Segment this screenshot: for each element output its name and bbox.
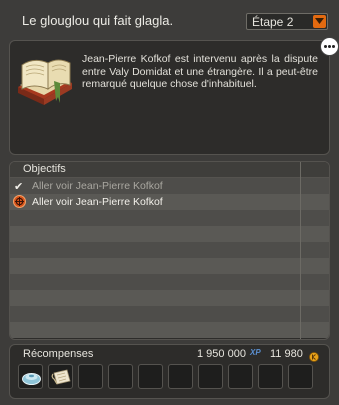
objectives-header: Objectifs: [10, 162, 329, 178]
quest-description-panel: Jean-Pierre Kofkof est intervenu après l…: [9, 40, 330, 155]
reward-slot-empty: [198, 364, 223, 389]
rewards-panel: Récompenses 1 950 000 XP 11 980: [9, 344, 330, 399]
step-dropdown[interactable]: Étape 2: [246, 13, 328, 30]
reward-slot-empty: [78, 364, 103, 389]
xp-reward-value: 1 950 000: [197, 348, 246, 360]
empty-row: [10, 274, 329, 290]
objectives-list: ✔ Aller voir Jean-Pierre Kofkof Aller vo…: [10, 178, 329, 338]
empty-row: [10, 242, 329, 258]
empty-row: [10, 210, 329, 226]
reward-slot-empty: [258, 364, 283, 389]
quest-title: Le glouglou qui fait glagla.: [22, 13, 174, 28]
reward-slot-empty: [228, 364, 253, 389]
objective-label: Aller voir Jean-Pierre Kofkof: [32, 196, 163, 208]
objective-label: Aller voir Jean-Pierre Kofkof: [32, 180, 163, 192]
objectives-panel: Objectifs ✔ Aller voir Jean-Pierre Kofko…: [9, 161, 330, 340]
empty-row: [10, 322, 329, 338]
check-icon: ✔: [14, 181, 24, 193]
xp-icon: XP: [250, 348, 261, 357]
objectives-title: Objectifs: [23, 163, 66, 175]
objectives-scrollbar[interactable]: [300, 162, 329, 339]
kamas-reward-value: 11 980: [270, 348, 303, 360]
empty-row: [10, 258, 329, 274]
objective-row[interactable]: ✔ Aller voir Jean-Pierre Kofkof: [10, 178, 329, 194]
quest-window: Le glouglou qui fait glagla. Étape 2 Jea…: [0, 0, 339, 405]
empty-row: [10, 306, 329, 322]
chevron-down-icon[interactable]: [313, 15, 326, 28]
potion-icon: [22, 373, 41, 385]
book-icon: [14, 53, 76, 114]
reward-slot[interactable]: [48, 364, 73, 389]
quest-description-text: Jean-Pierre Kofkof est intervenu après l…: [82, 53, 318, 90]
objective-row[interactable]: Aller voir Jean-Pierre Kofkof: [10, 194, 329, 210]
reward-slot-empty: [138, 364, 163, 389]
speech-bubble-icon[interactable]: [320, 37, 339, 56]
reward-slot-empty: [168, 364, 193, 389]
step-dropdown-label: Étape 2: [252, 15, 294, 29]
empty-row: [10, 290, 329, 306]
rewards-title: Récompenses: [23, 348, 94, 360]
reward-slot[interactable]: [18, 364, 43, 389]
empty-row: [10, 226, 329, 242]
scroll-icon: [51, 369, 71, 385]
reward-slot-empty: [108, 364, 133, 389]
reward-slot-empty: [288, 364, 313, 389]
